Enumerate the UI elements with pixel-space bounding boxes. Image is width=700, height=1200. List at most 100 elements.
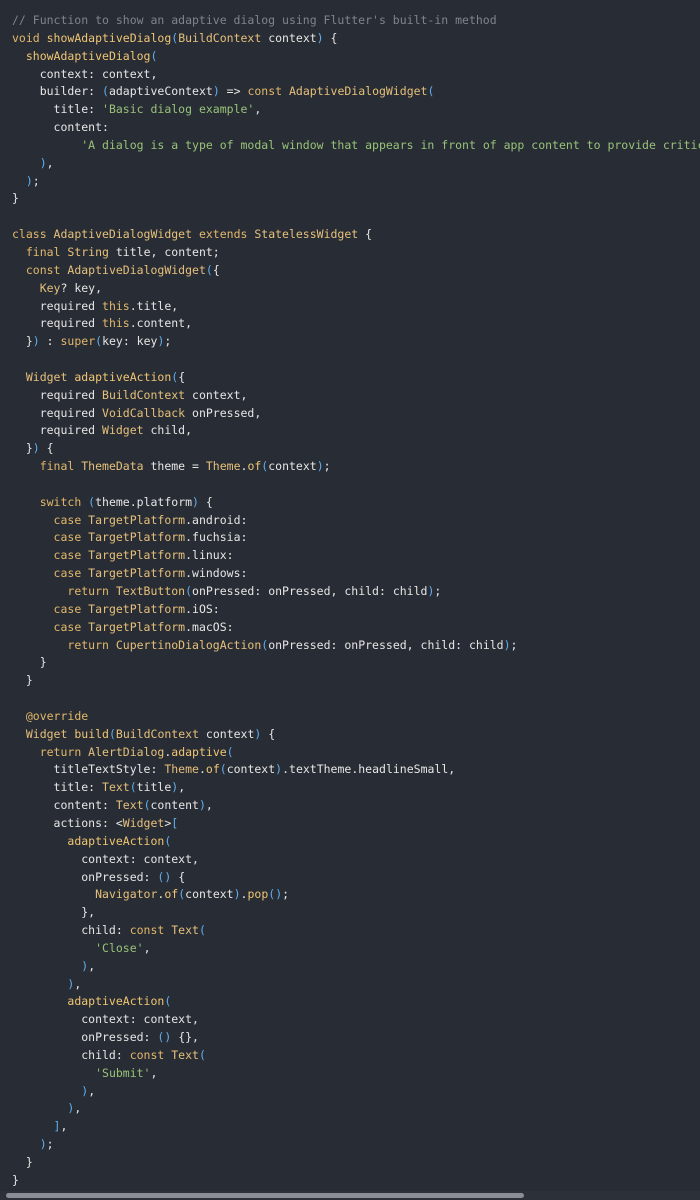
code-token: {: [39, 441, 54, 456]
code-token: super: [60, 334, 96, 349]
code-token: adaptiveAction: [67, 994, 165, 1009]
code-token: (: [164, 833, 172, 848]
code-token: .android:: [185, 512, 248, 527]
code-token: TargetPlatform: [88, 548, 186, 563]
code-token: of: [247, 459, 262, 474]
code-token: case: [53, 530, 89, 545]
code-token: ? key,: [60, 280, 103, 295]
code-token: Theme: [205, 459, 241, 474]
code-token: showAdaptiveDialog: [25, 48, 151, 63]
code-token: .windows:: [185, 566, 248, 581]
code-token: final: [39, 459, 82, 474]
code-token: }: [12, 673, 33, 688]
code-token: actions: <: [12, 815, 123, 830]
code-token: TextButton: [115, 584, 186, 598]
horizontal-scrollbar[interactable]: [0, 1191, 700, 1200]
code-token: context: [199, 726, 255, 741]
code-token: AlertDialog: [88, 744, 165, 759]
code-line: content:: [12, 119, 700, 137]
code-token: 'A dialog is a type of modal window that…: [81, 137, 700, 152]
code-token: {},: [171, 1030, 199, 1045]
code-token: context: [185, 887, 234, 902]
code-token: ;: [434, 584, 442, 598]
code-token: context: [268, 459, 317, 474]
code-token: switch: [39, 494, 89, 509]
code-line: case TargetPlatform.linux:: [12, 547, 700, 565]
code-line: 'Close',: [12, 940, 700, 958]
code-token: ): [32, 334, 40, 349]
code-token: title, content;: [108, 244, 220, 259]
code-line: Widget adaptiveAction({: [12, 369, 700, 387]
code-token: (: [108, 726, 116, 741]
code-token: 'Submit': [95, 1065, 151, 1080]
code-token: builder:: [12, 84, 103, 99]
code-token: (: [226, 744, 234, 759]
code-token: TargetPlatform: [88, 601, 186, 616]
code-line: }: [12, 1172, 700, 1190]
code-token: ,: [88, 958, 96, 973]
code-line: );: [12, 1136, 700, 1154]
code-token: (: [150, 48, 158, 63]
code-token: ): [192, 494, 199, 509]
code-line: 'Submit',: [12, 1065, 700, 1083]
code-token: 'Close': [95, 940, 144, 955]
code-token: content:: [12, 798, 116, 813]
code-token: onPressed,: [185, 405, 262, 420]
code-block[interactable]: // Function to show an adaptive dialog u…: [12, 12, 700, 1190]
code-token: Navigator: [95, 887, 158, 902]
code-line: ],: [12, 1118, 700, 1136]
code-token: (): [268, 887, 283, 902]
code-token: TargetPlatform: [88, 512, 186, 527]
code-token: StatelessWidget: [254, 227, 359, 242]
code-token: ,: [178, 780, 186, 795]
code-line: Key? key,: [12, 280, 700, 298]
code-token: final: [25, 244, 68, 259]
code-token: @override: [25, 708, 89, 723]
code-token: [: [171, 815, 179, 830]
code-token: onPressed:: [12, 1030, 158, 1045]
code-token: AdaptiveDialogWidget: [53, 227, 193, 242]
code-token: ): [316, 459, 324, 474]
code-token: ;: [510, 637, 518, 652]
code-token: ,: [205, 798, 213, 813]
scrollbar-thumb[interactable]: [6, 1193, 524, 1198]
code-line: builder: (adaptiveContext) => const Adap…: [12, 83, 700, 101]
code-line: final String title, content;: [12, 244, 700, 262]
code-line: case TargetPlatform.iOS:: [12, 601, 700, 619]
code-token: onPressed: onPressed, child: child: [268, 637, 504, 652]
code-line: @override: [12, 708, 700, 726]
code-token: CupertinoDialogAction: [115, 637, 262, 652]
code-token: TargetPlatform: [88, 566, 186, 581]
code-token: case: [53, 619, 89, 634]
code-token: .fuchsia:: [185, 530, 248, 545]
code-token: theme =: [143, 459, 206, 474]
code-line: title: Text(title),: [12, 779, 700, 797]
code-token: BuildContext: [102, 387, 186, 402]
code-token: theme.platform: [95, 494, 193, 509]
code-token: ;: [32, 173, 40, 188]
code-token: ;: [164, 334, 172, 349]
code-token: ): [503, 637, 511, 652]
code-token: adaptiveContext: [108, 84, 213, 99]
code-token: {: [212, 262, 220, 277]
code-line: context: context,: [12, 851, 700, 869]
code-token: ,: [143, 940, 151, 955]
code-token: ): [39, 1137, 47, 1152]
code-token: {: [323, 30, 338, 45]
code-token: ;: [46, 1137, 54, 1152]
code-token: TargetPlatform: [88, 619, 186, 634]
code-line: }) {: [12, 440, 700, 458]
code-line: ),: [12, 155, 700, 173]
code-token: .textTheme.headlineSmall,: [282, 762, 456, 777]
code-token: of: [164, 887, 179, 902]
code-token: pop: [247, 887, 269, 902]
